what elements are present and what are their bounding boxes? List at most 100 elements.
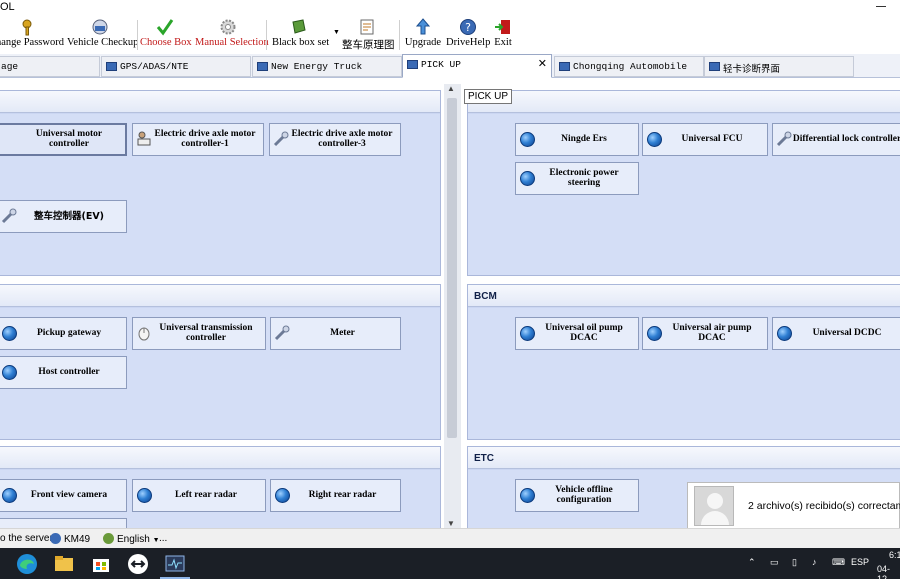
front-view-camera-button[interactable]: Front view camera [0, 479, 127, 512]
panel-header [0, 91, 440, 113]
edam-controller-3-button[interactable]: Electric drive axle motor controller-3 [269, 123, 401, 156]
panel-header [0, 285, 440, 307]
notification-toast[interactable]: 2 archivo(s) recibido(s) correctamente [687, 482, 900, 529]
vehicle-checkup-button[interactable]: Vehicle Checkup [67, 16, 139, 52]
panel-body: Pickup gateway Universal transmission co… [0, 308, 440, 439]
manual-selection-label: Manual Selection [195, 37, 269, 48]
wrench-icon [273, 131, 289, 147]
universal-air-pump-button[interactable]: Universal air pump DCAC [642, 317, 768, 350]
universal-dcdc-button[interactable]: Universal DCDC [772, 317, 900, 350]
tab-chongqing-automobile[interactable]: Chongqing Automobile [554, 56, 704, 77]
clock-date[interactable]: 04-12 [877, 564, 900, 579]
vehicle-checkup-label: Vehicle Checkup [67, 37, 139, 48]
tab-label: PICK UP [421, 59, 461, 70]
server-status: o the server [0, 533, 53, 544]
globe-icon [520, 326, 535, 341]
checkup-icon [92, 19, 108, 35]
host-controller-button[interactable]: Host controller [0, 356, 127, 389]
tab-new-energy-truck[interactable]: New Energy Truck [252, 56, 402, 77]
left-rear-radar-button[interactable]: Left rear radar [132, 479, 266, 512]
clock-time[interactable]: 6:1 [889, 550, 900, 560]
button-label: Left rear radar [175, 489, 237, 500]
pickup-gateway-button[interactable]: Pickup gateway [0, 317, 127, 350]
scroll-down-icon[interactable]: ▼ [447, 519, 455, 528]
panel-header: BCM [468, 285, 900, 307]
vertical-scrollbar[interactable]: ▲ ▼ [444, 84, 461, 528]
store-icon[interactable] [90, 553, 112, 575]
tab-light-truck-diagnosis[interactable]: 轻卡诊断界面 [704, 56, 854, 77]
diagnostic-app-icon[interactable] [164, 553, 186, 575]
button-label: Host controller [38, 366, 100, 377]
language-tray-icon[interactable]: ⌨ [832, 557, 845, 568]
svg-text:?: ? [465, 21, 471, 34]
scrollbar-thumb[interactable] [447, 98, 457, 438]
schematic-button[interactable]: 整车原理图 [342, 16, 395, 52]
vcu-ev-button[interactable]: 整车控制器(EV) [0, 200, 127, 233]
language-indicator[interactable]: ESP [851, 557, 869, 567]
change-password-button[interactable]: hange Password [0, 16, 64, 52]
button-label: Front view camera [30, 489, 108, 500]
meter-button[interactable]: Meter [270, 317, 401, 350]
panel-body: Universal oil pump DCAC Universal air pu… [468, 308, 900, 439]
language-selector[interactable]: English ▼ [103, 533, 160, 545]
black-box-icon [292, 19, 306, 34]
black-box-set-button[interactable]: Black box set [272, 16, 329, 52]
toolbar-divider [137, 20, 138, 50]
upgrade-button[interactable]: Upgrade [404, 16, 442, 52]
chevron-down-icon[interactable]: ▼ [333, 28, 340, 36]
chevron-up-icon[interactable]: ⌃ [748, 557, 756, 568]
differential-lock-button[interactable]: Differential lock controller [772, 123, 900, 156]
drivehelp-label: DriveHelp [446, 37, 491, 48]
right-rear-radar-button[interactable]: Right rear radar [270, 479, 401, 512]
button-label: 整车控制器(EV) [33, 210, 105, 222]
toolbar-divider [399, 20, 400, 50]
notification-message: 2 archivo(s) recibido(s) correctamente [748, 500, 900, 512]
wrench-icon [274, 325, 290, 341]
vehicle-offline-configuration-button[interactable]: Vehicle offline configuration [515, 479, 639, 512]
network-icon[interactable]: ▭ [770, 557, 779, 568]
volume-icon[interactable]: ♪ [812, 557, 817, 567]
exit-button[interactable]: Exit [492, 16, 514, 52]
tab-pick-up[interactable]: PICK UP ✕ [402, 54, 552, 78]
universal-transmission-button[interactable]: Universal transmission controller [132, 317, 266, 350]
universal-oil-pump-button[interactable]: Universal oil pump DCAC [515, 317, 639, 350]
tab-bar: age GPS/ADAS/NTE New Energy Truck PICK U… [0, 54, 900, 78]
remote-app-icon[interactable] [127, 553, 149, 575]
panel-header: ETC [468, 447, 900, 469]
edam-controller-1-button[interactable]: Electric drive axle motor controller-1 [132, 123, 264, 156]
upgrade-label: Upgrade [404, 37, 442, 48]
battery-icon[interactable]: ▯ [792, 557, 797, 568]
button-label: Pickup gateway [36, 327, 102, 338]
schematic-icon [360, 19, 374, 35]
tab-gps-adas-nte[interactable]: GPS/ADAS/NTE [101, 56, 251, 77]
button-label: Universal air pump DCAC [672, 322, 752, 343]
choose-box-button[interactable]: Choose Box [140, 16, 192, 52]
universal-motor-controller-button[interactable]: Universal motor controller [0, 123, 127, 156]
taskbar: ⌃ ▭ ▯ ♪ ⌨ ESP 6:1 04-12 [0, 548, 900, 579]
panel-header [0, 447, 440, 469]
scroll-up-icon[interactable]: ▲ [447, 84, 455, 93]
tab-app-icon [559, 62, 570, 71]
folder-icon[interactable] [53, 553, 75, 575]
tab-partial[interactable]: age [0, 56, 100, 77]
electronic-power-steering-button[interactable]: Electronic power steering [515, 162, 639, 195]
ningde-ers-button[interactable]: Ningde Ers [515, 123, 639, 156]
tab-label: age [1, 61, 19, 72]
close-icon[interactable]: ✕ [538, 57, 547, 70]
globe-icon [103, 533, 114, 544]
button-label: Meter [330, 327, 355, 338]
button-label: Universal transmission controller [159, 322, 253, 343]
exit-label: Exit [494, 37, 512, 48]
minimize-button[interactable] [874, 0, 888, 10]
panel-header [468, 91, 900, 113]
button-label: Ningde Ers [561, 133, 607, 144]
globe-icon [2, 365, 17, 380]
wrench-icon [1, 208, 17, 224]
checkmark-icon [156, 19, 174, 36]
edge-browser-icon[interactable] [16, 553, 38, 575]
drivehelp-button[interactable]: ? DriveHelp [446, 16, 490, 52]
button-label: Universal oil pump DCAC [545, 322, 623, 343]
universal-fcu-button[interactable]: Universal FCU [642, 123, 768, 156]
person-icon [137, 131, 151, 146]
manual-selection-button[interactable]: Manual Selection [195, 16, 269, 52]
